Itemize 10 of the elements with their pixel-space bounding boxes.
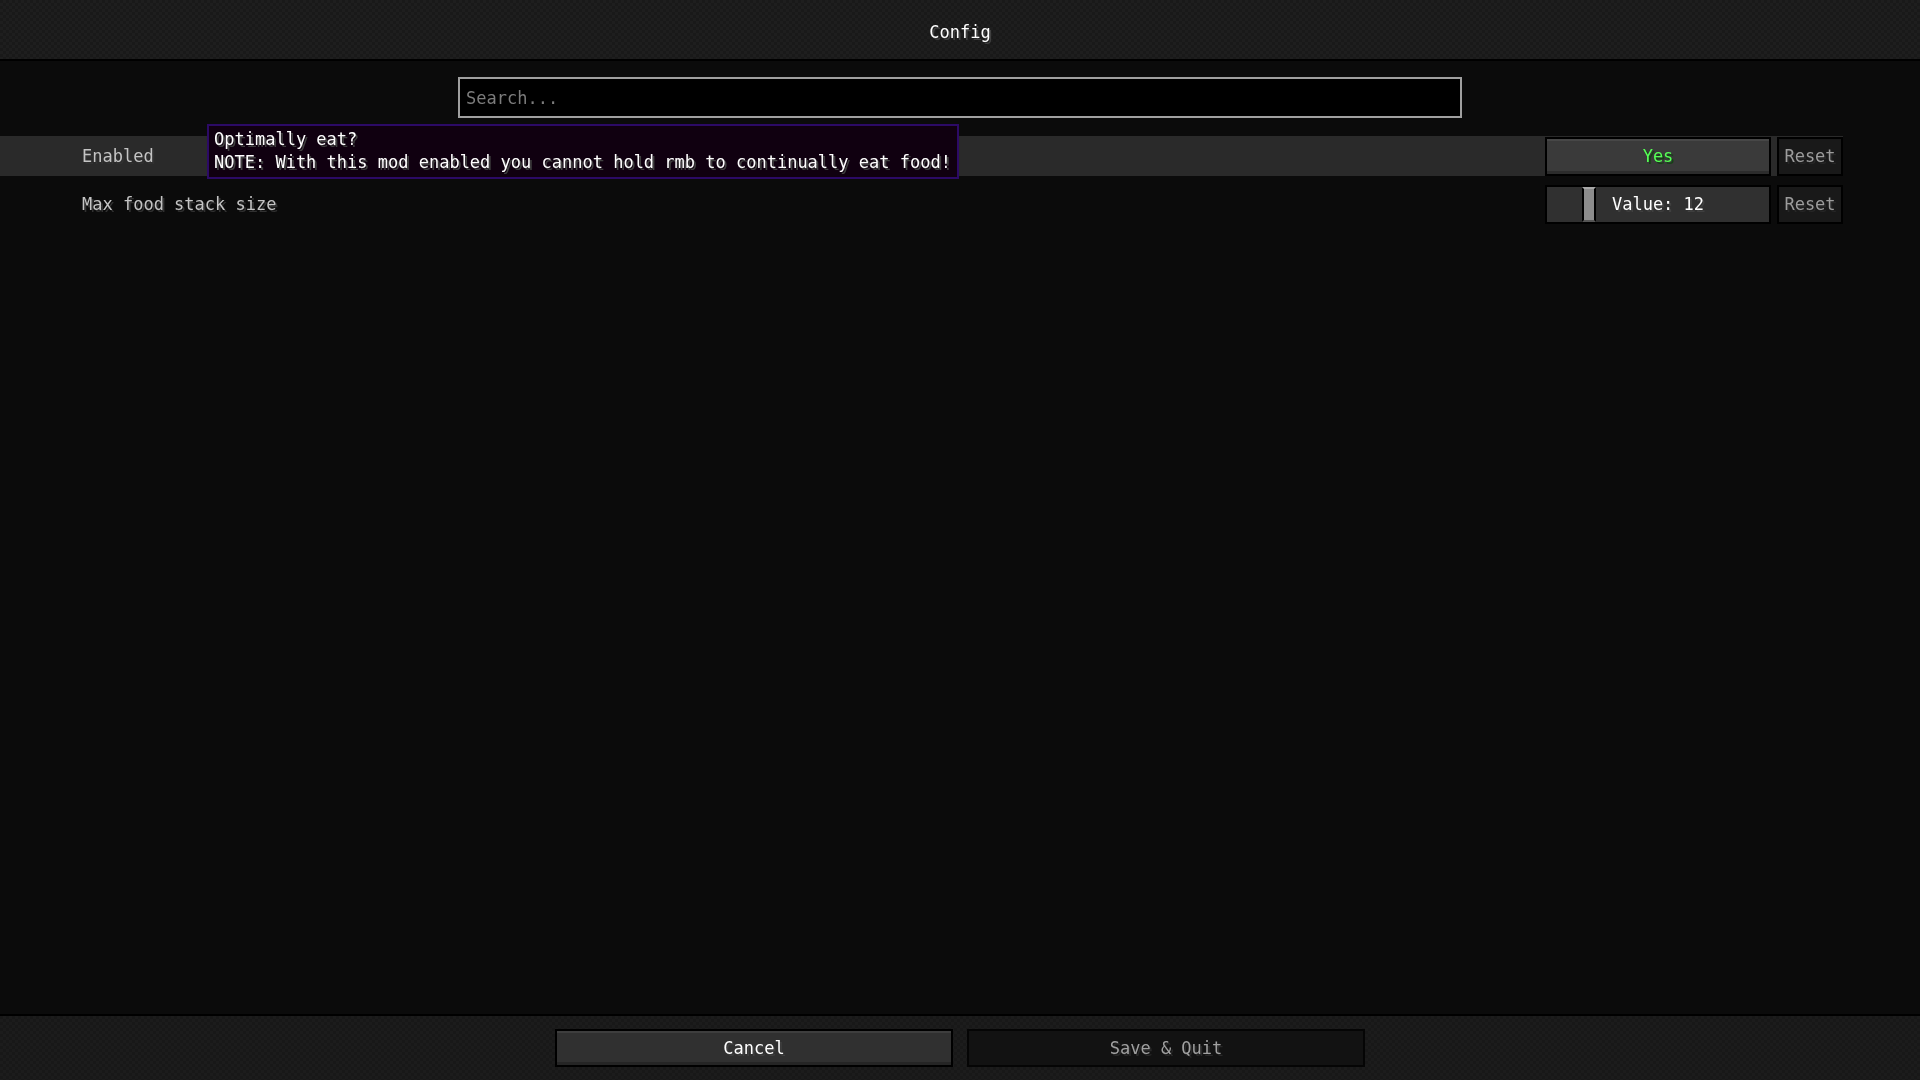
option-label: Max food stack size [82, 194, 277, 214]
slider-thumb[interactable] [1582, 186, 1597, 222]
toggle-button[interactable]: Yes [1545, 136, 1771, 176]
value-slider[interactable]: Value: 12 [1545, 184, 1771, 224]
window-title: Config [929, 21, 991, 42]
tooltip-text: Optimally eat? [214, 128, 359, 151]
option-label: Enabled [82, 146, 154, 166]
tooltip-text: NOTE: With this mod enabled you cannot hold rmb to continually eat food! [214, 151, 951, 174]
search-field[interactable]: Search... [458, 77, 1462, 118]
cancel-button[interactable]: Cancel [555, 1029, 953, 1067]
